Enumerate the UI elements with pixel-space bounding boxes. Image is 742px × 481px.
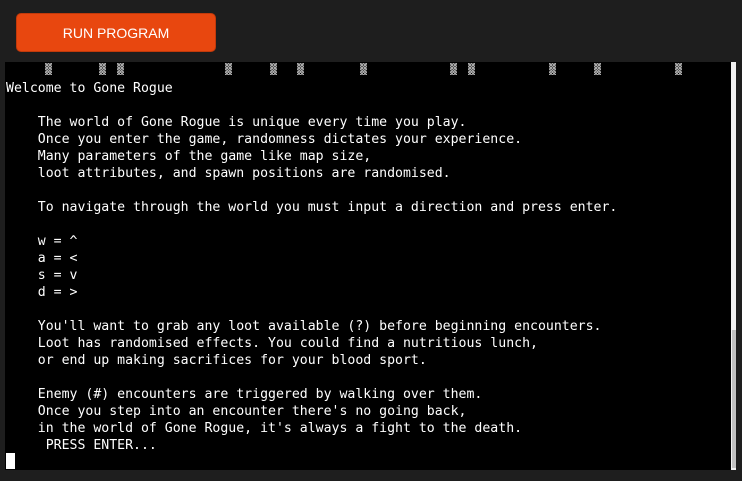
terminal[interactable]: Welcome to Gone Rogue The world of Gone … — [5, 62, 736, 470]
shade-block — [675, 63, 682, 75]
terminal-scrollbar[interactable] — [731, 62, 736, 470]
shade-block — [468, 63, 475, 75]
shade-block — [117, 63, 124, 75]
shade-block — [594, 63, 601, 75]
terminal-cursor — [6, 453, 15, 469]
terminal-output: Welcome to Gone Rogue The world of Gone … — [6, 81, 618, 453]
map-remnant-row — [5, 62, 725, 78]
shade-block — [99, 63, 106, 75]
shade-block — [225, 63, 232, 75]
shade-block — [45, 63, 52, 75]
shade-block — [270, 63, 277, 75]
shade-block — [549, 63, 556, 75]
scrollbar-thumb[interactable] — [732, 330, 736, 468]
shade-block — [450, 63, 457, 75]
run-program-button[interactable]: RUN PROGRAM — [16, 13, 216, 52]
shade-block — [360, 63, 367, 75]
shade-block — [297, 63, 304, 75]
